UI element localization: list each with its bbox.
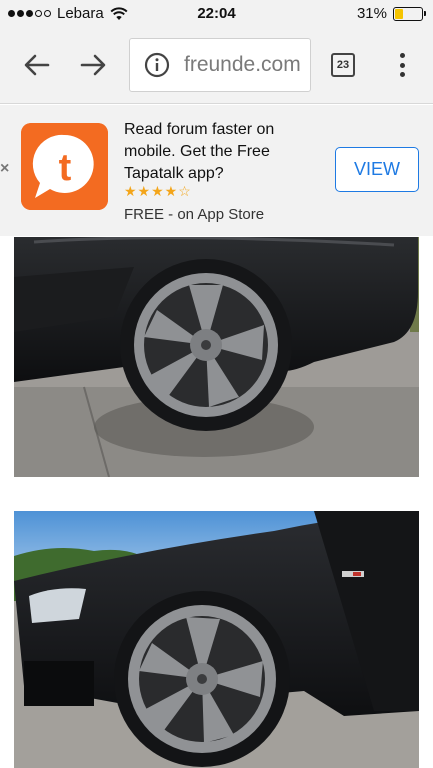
app-install-banner: × t Read forum faster on mobile. Get the…	[0, 105, 433, 236]
browser-toolbar: freunde.com 23	[0, 28, 433, 104]
rating-stars: ★★★★☆	[124, 183, 192, 199]
banner-subtitle: FREE - on App Store	[124, 206, 265, 223]
url-text: freunde.com	[184, 53, 301, 76]
address-bar[interactable]: freunde.com	[129, 38, 311, 92]
battery-fill	[395, 8, 404, 19]
app-icon-letter: t	[59, 147, 72, 189]
info-icon[interactable]	[144, 52, 170, 78]
close-icon[interactable]: ×	[0, 160, 9, 178]
status-bar: Lebara 22:04 31%	[0, 0, 433, 28]
battery-icon	[393, 6, 426, 21]
tapatalk-logo-icon: t	[21, 123, 108, 210]
arrow-left-icon[interactable]	[22, 50, 52, 80]
tab-switcher-button[interactable]: 23	[331, 53, 355, 77]
car-photo-rear-wheel[interactable]	[14, 237, 419, 477]
battery-percent: 31%	[356, 5, 387, 22]
kebab-menu-icon[interactable]	[392, 50, 412, 80]
view-button[interactable]: VIEW	[335, 147, 419, 192]
arrow-right-icon[interactable]	[78, 50, 108, 80]
battery-info: 31%	[356, 5, 426, 22]
car-photo-front-wheel[interactable]	[14, 511, 419, 768]
banner-title: Read forum faster on mobile. Get the Fre…	[124, 121, 275, 182]
